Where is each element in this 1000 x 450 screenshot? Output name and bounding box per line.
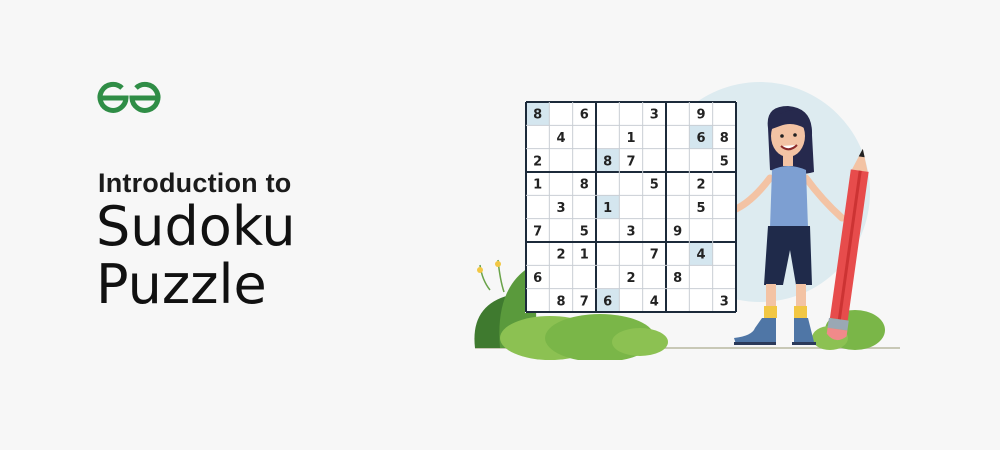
sudoku-digit: 1 xyxy=(626,131,635,146)
sudoku-digit: 3 xyxy=(626,224,635,239)
sudoku-digit: 3 xyxy=(720,294,729,309)
sudoku-digit: 2 xyxy=(626,271,635,286)
geeksforgeeks-logo-icon xyxy=(97,81,161,113)
sudoku-digit: 1 xyxy=(533,178,542,193)
sudoku-digit: 8 xyxy=(580,178,589,193)
sudoku-digit: 6 xyxy=(533,271,542,286)
sudoku-digit: 8 xyxy=(533,108,542,123)
sudoku-digit: 6 xyxy=(603,294,612,309)
sudoku-digit: 7 xyxy=(580,294,589,309)
sudoku-digit: 9 xyxy=(696,108,705,123)
sudoku-digit: 7 xyxy=(650,248,659,263)
sudoku-digit: 6 xyxy=(580,108,589,123)
sudoku-digit: 2 xyxy=(533,154,542,169)
sudoku-digit: 4 xyxy=(696,248,705,263)
sudoku-digit: 4 xyxy=(556,131,565,146)
sudoku-digit: 7 xyxy=(626,154,635,169)
sudoku-digit: 8 xyxy=(720,131,729,146)
sudoku-digit: 1 xyxy=(603,201,612,216)
sudoku-digit: 6 xyxy=(696,131,705,146)
sudoku-digit: 4 xyxy=(650,294,659,309)
sudoku-digit: 3 xyxy=(650,108,659,123)
sudoku-digit: 8 xyxy=(603,154,612,169)
sudoku-digit: 5 xyxy=(720,154,729,169)
sudoku-digit: 1 xyxy=(580,248,589,263)
sudoku-digit: 9 xyxy=(673,224,682,239)
sudoku-digit: 5 xyxy=(650,178,659,193)
sudoku-digit: 8 xyxy=(556,294,565,309)
page-title: Sudoku Puzzle xyxy=(96,198,296,314)
sudoku-digit: 2 xyxy=(556,248,565,263)
bush-icon-right xyxy=(812,310,885,350)
sudoku-digit: 3 xyxy=(556,201,565,216)
sudoku-digit: 7 xyxy=(533,224,542,239)
title-line-2: Puzzle xyxy=(96,253,267,316)
sudoku-digit: 5 xyxy=(580,224,589,239)
sudoku-grid: 8 6 3 94 1 6 82 8 7 51 8 5 23 1 57 5 3 92 1 7 46 2 88 7 6 4 3 xyxy=(525,101,737,313)
sudoku-digit: 2 xyxy=(696,178,705,193)
sudoku-digit: 5 xyxy=(696,201,705,216)
sudoku-digit: 8 xyxy=(673,271,682,286)
title-line-1: Sudoku xyxy=(96,195,296,258)
